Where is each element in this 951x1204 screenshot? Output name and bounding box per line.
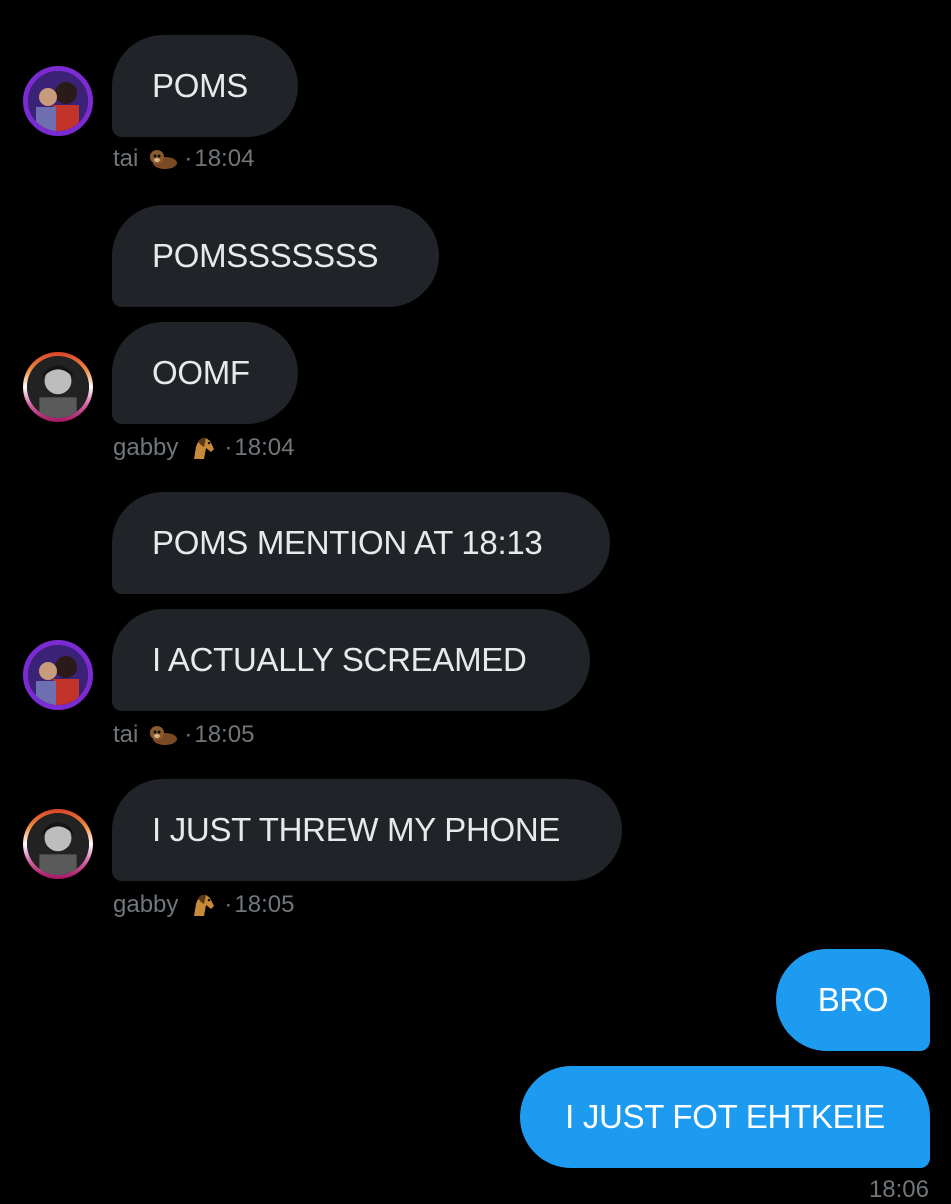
avatar-gabby[interactable] bbox=[23, 352, 93, 422]
message-text: POMS bbox=[152, 67, 248, 104]
message-bubble[interactable]: I ACTUALLY SCREAMED bbox=[112, 609, 590, 711]
avatar-tai[interactable] bbox=[23, 640, 93, 710]
message-text: POMS MENTION AT 18:13 bbox=[152, 524, 543, 561]
avatar-gabby-image bbox=[27, 813, 89, 875]
message-meta: gabby · 18:05 bbox=[113, 891, 294, 919]
message-time: 18:05 bbox=[234, 891, 295, 918]
message-bubble[interactable]: POMS bbox=[112, 35, 298, 137]
message-meta: tai · 18:04 bbox=[113, 145, 254, 173]
message-time: 18:04 bbox=[194, 145, 255, 172]
message-bubble-outgoing[interactable]: I JUST FOT EHTKEIE bbox=[520, 1066, 930, 1168]
avatar-gabby-image bbox=[27, 356, 89, 418]
avatar-tai[interactable] bbox=[23, 66, 93, 136]
message-bubble[interactable]: OOMF bbox=[112, 322, 298, 424]
meta-separator: · bbox=[184, 721, 193, 748]
meta-separator: · bbox=[224, 891, 233, 918]
sender-name[interactable]: tai bbox=[113, 721, 138, 749]
sender-name[interactable]: tai bbox=[113, 145, 138, 173]
message-bubble[interactable]: I JUST THREW MY PHONE bbox=[112, 779, 622, 881]
message-text: I ACTUALLY SCREAMED bbox=[152, 641, 527, 678]
meta-separator: · bbox=[224, 434, 233, 461]
sender-name[interactable]: gabby bbox=[113, 891, 178, 919]
meta-separator: · bbox=[184, 145, 193, 172]
message-bubble[interactable]: POMS MENTION AT 18:13 bbox=[112, 492, 610, 594]
message-time: 18:04 bbox=[234, 434, 295, 461]
horse-icon bbox=[188, 435, 218, 461]
horse-icon bbox=[188, 892, 218, 918]
avatar-gabby[interactable] bbox=[23, 809, 93, 879]
otter-icon bbox=[148, 146, 178, 172]
message-bubble[interactable]: POMSSSSSSS bbox=[112, 205, 439, 307]
message-text: POMSSSSSSS bbox=[152, 237, 379, 274]
message-text: OOMF bbox=[152, 354, 250, 391]
message-text: I JUST THREW MY PHONE bbox=[152, 811, 561, 848]
message-bubble-outgoing[interactable]: BRO bbox=[776, 949, 930, 1051]
message-time: 18:05 bbox=[194, 721, 255, 748]
otter-icon bbox=[148, 722, 178, 748]
avatar-tai-image bbox=[28, 645, 88, 705]
sender-name[interactable]: gabby bbox=[113, 434, 178, 462]
message-text: I JUST FOT EHTKEIE bbox=[565, 1098, 885, 1135]
avatar-tai-image bbox=[28, 71, 88, 131]
message-meta: tai · 18:05 bbox=[113, 721, 254, 749]
message-meta: gabby · 18:04 bbox=[113, 434, 294, 462]
message-text: BRO bbox=[817, 981, 889, 1018]
